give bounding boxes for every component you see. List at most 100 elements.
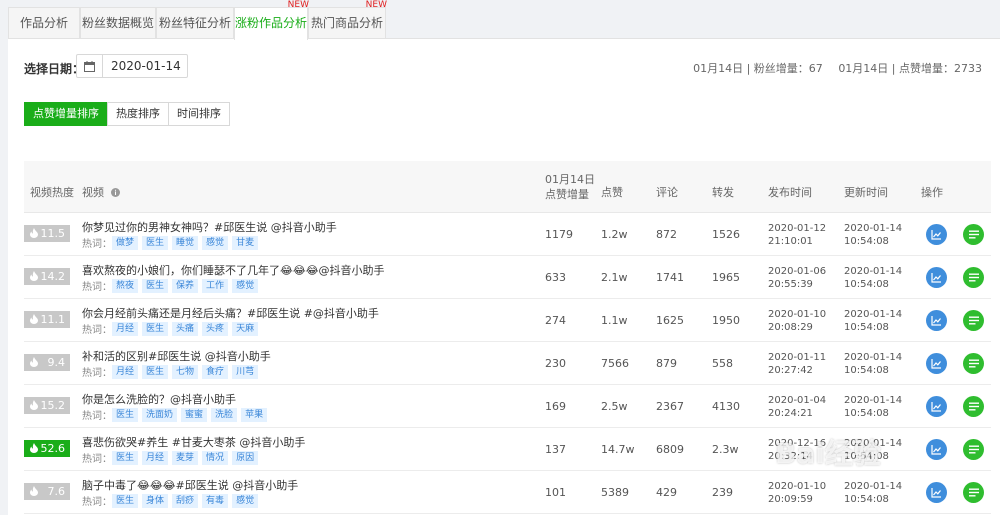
- update-time: 2020-01-14 10:54:08: [844, 222, 902, 248]
- publish-date: 2020-01-11: [768, 352, 827, 363]
- header-publish-time[interactable]: 发布时间: [768, 185, 812, 200]
- keyword-tag: 睡觉: [172, 235, 199, 250]
- tab-label: 粉丝特征分析: [158, 16, 231, 30]
- sort-by-like-increase-button[interactable]: 点赞增量排序: [24, 102, 108, 126]
- table-row: 11.1 你会月经前头痛还是月经后头痛？#邱医生说 #@抖音小助手 热词： 月经医…: [24, 299, 991, 342]
- comments-value: 879: [656, 357, 677, 370]
- keyword-tag: 食疗: [202, 364, 229, 379]
- tab-fans-features[interactable]: 粉丝特征分析: [156, 7, 234, 39]
- table-row: 11.5 你梦见过你的男神女神吗？#邱医生说 @抖音小助手 热词： 做梦 医生 睡觉感…: [24, 213, 991, 256]
- video-title[interactable]: 你是怎么洗脸的？@抖音小助手: [82, 391, 236, 407]
- keyword-tag: 熬夜: [112, 278, 139, 293]
- detail-list-button[interactable]: [963, 482, 984, 503]
- publish-clock: 20:24:21: [768, 408, 813, 419]
- trend-chart-button[interactable]: [926, 267, 947, 288]
- detail-list-button[interactable]: [963, 353, 984, 374]
- trend-chart-button[interactable]: [926, 310, 947, 331]
- flame-icon: [30, 314, 38, 324]
- new-badge: NEW: [287, 0, 309, 10]
- publish-time: 2020-01-10 20:09:59: [768, 480, 826, 506]
- keyword-tag: 天麻: [232, 321, 259, 336]
- keyword-line: 热词： 医生 月经 麦芽 情况 原因: [82, 450, 262, 465]
- detail-list-button[interactable]: [963, 396, 984, 417]
- detail-list-button[interactable]: [963, 439, 984, 460]
- line-chart-icon: [931, 359, 941, 369]
- line-chart-icon: [931, 402, 941, 412]
- video-title[interactable]: 喜欢熬夜的小娘们，你们睡瑟不了几年了😂😂😂@抖音小助手: [82, 262, 385, 278]
- header-likes[interactable]: 点赞: [601, 185, 623, 200]
- comments-value: 872: [656, 228, 677, 241]
- heat-badge: 15.2: [24, 397, 70, 414]
- publish-time: 2020-01-10 20:08:29: [768, 308, 826, 334]
- tab-label: 热门商品分析: [310, 16, 383, 30]
- publish-time: 2020-01-11 20:27:42: [768, 351, 826, 377]
- header-comments[interactable]: 评论: [656, 185, 678, 200]
- list-icon: [968, 316, 979, 325]
- tab-fans-overview[interactable]: 粉丝数据概览: [80, 7, 156, 39]
- trend-chart-button[interactable]: [926, 439, 947, 460]
- keyword-tag: 保养: [172, 278, 199, 293]
- keyword-tag: 医生: [142, 364, 169, 379]
- shares-value: 1526: [712, 228, 740, 241]
- publish-clock: 21:10:01: [768, 236, 813, 247]
- heat-value: 14.2: [40, 270, 66, 283]
- sort-by-time-button[interactable]: 时间排序: [168, 102, 230, 126]
- table-row: 14.2 喜欢熬夜的小娘们，你们睡瑟不了几年了😂😂😂@抖音小助手 热词： 熬夜 医生…: [24, 256, 991, 299]
- keyword-line: 热词： 医生 身体 刮痧 有毒 感觉: [82, 493, 262, 508]
- date-picker[interactable]: 2020-01-14: [76, 54, 188, 78]
- list-icon: [968, 402, 979, 411]
- publish-clock: 20:55:39: [768, 279, 813, 290]
- likes-value: 1.1w: [601, 314, 628, 327]
- header-heat[interactable]: 视频热度: [30, 185, 74, 200]
- video-title[interactable]: 喜悲伤欲哭#养生 #甘麦大枣茶 @抖音小助手: [82, 434, 305, 450]
- flame-icon: [30, 443, 38, 453]
- detail-list-button[interactable]: [963, 224, 984, 245]
- tab-works-analysis[interactable]: 作品分析: [8, 7, 80, 39]
- detail-list-button[interactable]: [963, 267, 984, 288]
- heat-value: 7.6: [47, 485, 66, 498]
- shares-value: 1965: [712, 271, 740, 284]
- video-title[interactable]: 补和活的区别#邱医生说 @抖音小助手: [82, 348, 271, 364]
- keyword-tag: 洗面奶: [142, 407, 178, 422]
- detail-list-button[interactable]: [963, 310, 984, 331]
- header-shares[interactable]: 转发: [712, 185, 734, 200]
- publish-clock: 20:08:29: [768, 322, 813, 333]
- video-title[interactable]: 你会月经前头痛还是月经后头痛？#邱医生说 #@抖音小助手: [82, 305, 379, 321]
- publish-date: 2020-01-06: [768, 266, 827, 277]
- sort-by-heat-button[interactable]: 热度排序: [107, 102, 169, 126]
- table-header: 视频热度 视频 01月14日 点赞增量 点赞 评论 转发 发布时间 更新时间 操…: [24, 161, 991, 213]
- heat-value: 15.2: [40, 399, 66, 412]
- info-icon[interactable]: [110, 188, 120, 197]
- keyword-tag: 麦芽: [172, 450, 199, 465]
- video-title[interactable]: 脑子中毒了😂😂😂#邱医生说 @抖音小助手: [82, 477, 298, 493]
- watermark-logo: Bai经验: [775, 437, 881, 470]
- keyword-tag: 洗脸: [211, 407, 238, 422]
- shares-value: 558: [712, 357, 733, 370]
- header-like-increase[interactable]: 点赞增量: [545, 187, 589, 202]
- trend-chart-button[interactable]: [926, 353, 947, 374]
- trend-chart-button[interactable]: [926, 224, 947, 245]
- update-date: 2020-01-14: [844, 481, 903, 492]
- shares-value: 2.3w: [712, 443, 739, 456]
- tab-fans-growth-works[interactable]: 涨粉作品分析 NEW: [234, 0, 309, 40]
- heat-value: 11.5: [40, 227, 66, 240]
- table-row: 7.6 脑子中毒了😂😂😂#邱医生说 @抖音小助手 热词： 医生 身体 刮痧 有毒 感觉 1…: [24, 471, 991, 514]
- keyword-tag: 身体: [142, 493, 169, 508]
- trend-chart-button[interactable]: [926, 482, 947, 503]
- tab-hot-products[interactable]: 热门商品分析 NEW: [308, 0, 387, 39]
- heat-badge: 11.1: [24, 311, 70, 328]
- like-increase-value: 169: [545, 400, 566, 413]
- calendar-icon[interactable]: [77, 55, 103, 77]
- header-update-time[interactable]: 更新时间: [844, 185, 888, 200]
- video-title[interactable]: 你梦见过你的男神女神吗？#邱医生说 @抖音小助手: [82, 219, 337, 235]
- update-time: 2020-01-14 10:54:08: [844, 351, 902, 377]
- update-clock: 10:54:08: [844, 322, 889, 333]
- keyword-tag: 有毒: [202, 493, 229, 508]
- keyword-label: 热词：: [82, 368, 112, 379]
- list-icon: [968, 359, 979, 368]
- keyword-line: 热词： 月经 医生 头痛 头疼 天麻: [82, 321, 262, 336]
- shares-value: 1950: [712, 314, 740, 327]
- likes-value: 14.7w: [601, 443, 635, 456]
- trend-chart-button[interactable]: [926, 396, 947, 417]
- keyword-tag: 月经: [112, 364, 139, 379]
